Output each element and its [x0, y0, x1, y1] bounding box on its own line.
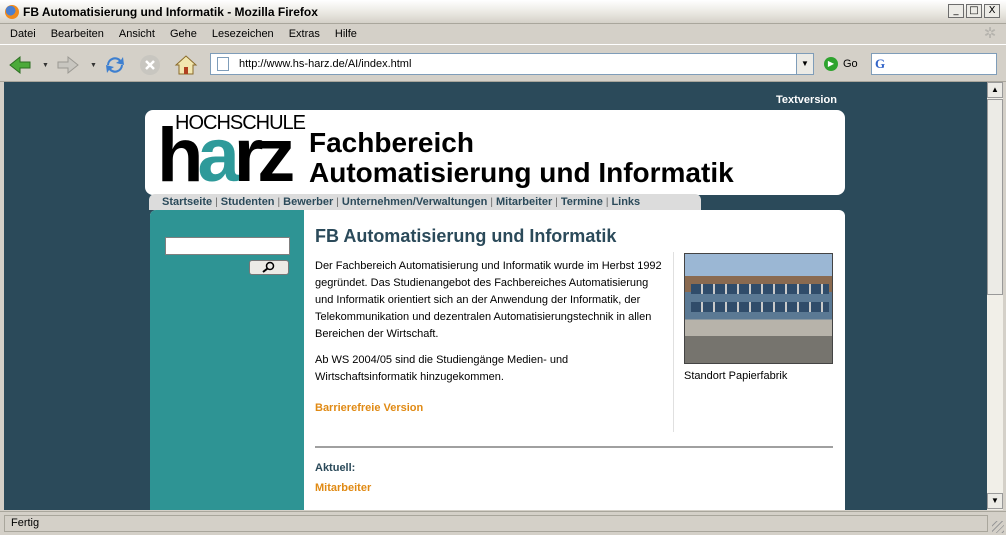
stop-icon: [140, 55, 160, 75]
header-line-1: Fachbereich: [309, 127, 474, 158]
nav-mitarbeiter[interactable]: Mitarbeiter: [493, 196, 555, 208]
window-title: FB Automatisierung und Informatik - Mozi…: [23, 4, 318, 19]
back-arrow-icon: [9, 55, 31, 75]
search-box[interactable]: G: [871, 53, 997, 75]
throbber-icon: ✲: [983, 25, 997, 42]
forward-dropdown-icon[interactable]: ▼: [90, 62, 97, 69]
logo-letter-a: a: [197, 113, 239, 198]
site-search-input[interactable]: [165, 237, 290, 255]
menu-lesezeichen[interactable]: Lesezeichen: [212, 28, 274, 40]
home-icon: [174, 55, 198, 75]
aktuell-heading: Aktuell:: [315, 462, 356, 474]
menu-ansicht[interactable]: Ansicht: [119, 28, 155, 40]
google-icon: G: [875, 56, 886, 71]
header-line-2: Automatisierung und Informatik: [309, 157, 734, 188]
site-header: HOCHSCHULE harz Fachbereich Automatisier…: [145, 110, 845, 195]
site-nav: Startseite | Studenten | Bewerber | Unterne…: [149, 194, 701, 210]
reload-button[interactable]: [103, 53, 127, 77]
home-button[interactable]: [174, 53, 198, 77]
barrierefreie-version-link[interactable]: Barrierefreie Version: [315, 402, 423, 414]
header-title: Fachbereich Automatisierung und Informat…: [309, 128, 734, 188]
address-dropdown-icon[interactable]: ▼: [796, 54, 813, 74]
nav-bewerber[interactable]: Bewerber: [280, 196, 336, 208]
intro-paragraph: Der Fachbereich Automatisierung und Info…: [315, 260, 662, 340]
photo-window-row: [691, 284, 829, 294]
menu-datei[interactable]: Datei: [10, 28, 36, 40]
logo-letters-rz: rz: [233, 113, 296, 198]
photo-window-row: [691, 302, 829, 312]
intro-paragraph-2: Ab WS 2004/05 sind die Studiengänge Medi…: [315, 354, 569, 383]
magnifier-icon: [262, 261, 275, 273]
firefox-icon: [5, 4, 19, 19]
menu-extras[interactable]: Extras: [289, 28, 320, 40]
reload-icon: [106, 57, 124, 73]
logo-letter-h: h: [157, 113, 204, 198]
sidebar: [150, 210, 304, 510]
back-button[interactable]: [8, 53, 32, 77]
nav-unternehmen[interactable]: Unternehmen/Verwaltungen: [339, 196, 490, 208]
nav-termine[interactable]: Termine: [558, 196, 606, 208]
photo-caption: Standort Papierfabrik: [684, 370, 788, 382]
scroll-down-icon[interactable]: ▼: [987, 493, 1003, 509]
stop-button[interactable]: [138, 53, 162, 77]
navigation-toolbar: ▼ ▼ http://www.hs-harz.de/AI/index.html …: [0, 44, 1006, 82]
building-photo: [684, 253, 833, 364]
status-text: Fertig: [4, 515, 988, 532]
page-viewport: Textversion HOCHSCHULE harz Fachbereich …: [4, 82, 988, 510]
go-button[interactable]: ▶ Go: [824, 57, 858, 71]
logo-harz[interactable]: harz: [157, 118, 295, 194]
status-bar: Fertig: [0, 511, 1006, 535]
maximize-button[interactable]: □: [966, 4, 982, 18]
forward-arrow-icon: [57, 55, 79, 75]
divider: [315, 446, 833, 448]
menu-bar: Datei Bearbeiten Ansicht Gehe Lesezeiche…: [0, 24, 1006, 44]
address-bar[interactable]: http://www.hs-harz.de/AI/index.html ▼: [210, 53, 814, 75]
minimize-button[interactable]: _: [948, 4, 964, 18]
address-url[interactable]: http://www.hs-harz.de/AI/index.html: [239, 58, 411, 70]
back-dropdown-icon[interactable]: ▼: [42, 62, 49, 69]
nav-studenten[interactable]: Studenten: [218, 196, 278, 208]
scroll-up-icon[interactable]: ▲: [987, 82, 1003, 98]
close-button[interactable]: X: [984, 4, 1000, 18]
window-titlebar: FB Automatisierung und Informatik - Mozi…: [0, 0, 1006, 24]
vertical-scrollbar[interactable]: ▲ ▼: [987, 82, 1003, 510]
go-label: Go: [843, 58, 858, 70]
go-icon: ▶: [824, 57, 838, 71]
site-search-button[interactable]: [249, 260, 289, 275]
textversion-link[interactable]: Textversion: [776, 94, 837, 106]
menu-bearbeiten[interactable]: Bearbeiten: [51, 28, 104, 40]
menu-hilfe[interactable]: Hilfe: [335, 28, 357, 40]
page-icon: [217, 57, 229, 71]
nav-links[interactable]: Links: [608, 196, 643, 208]
page-title: FB Automatisierung und Informatik: [315, 226, 617, 246]
mitarbeiter-link[interactable]: Mitarbeiter: [315, 482, 371, 494]
column-divider: [673, 252, 674, 432]
resize-grip-icon[interactable]: [992, 521, 1004, 533]
menu-gehe[interactable]: Gehe: [170, 28, 197, 40]
content-area: FB Automatisierung und Informatik Der Fa…: [150, 210, 845, 510]
forward-button[interactable]: [56, 53, 80, 77]
nav-startseite[interactable]: Startseite: [159, 196, 215, 208]
scroll-thumb[interactable]: [987, 99, 1003, 295]
